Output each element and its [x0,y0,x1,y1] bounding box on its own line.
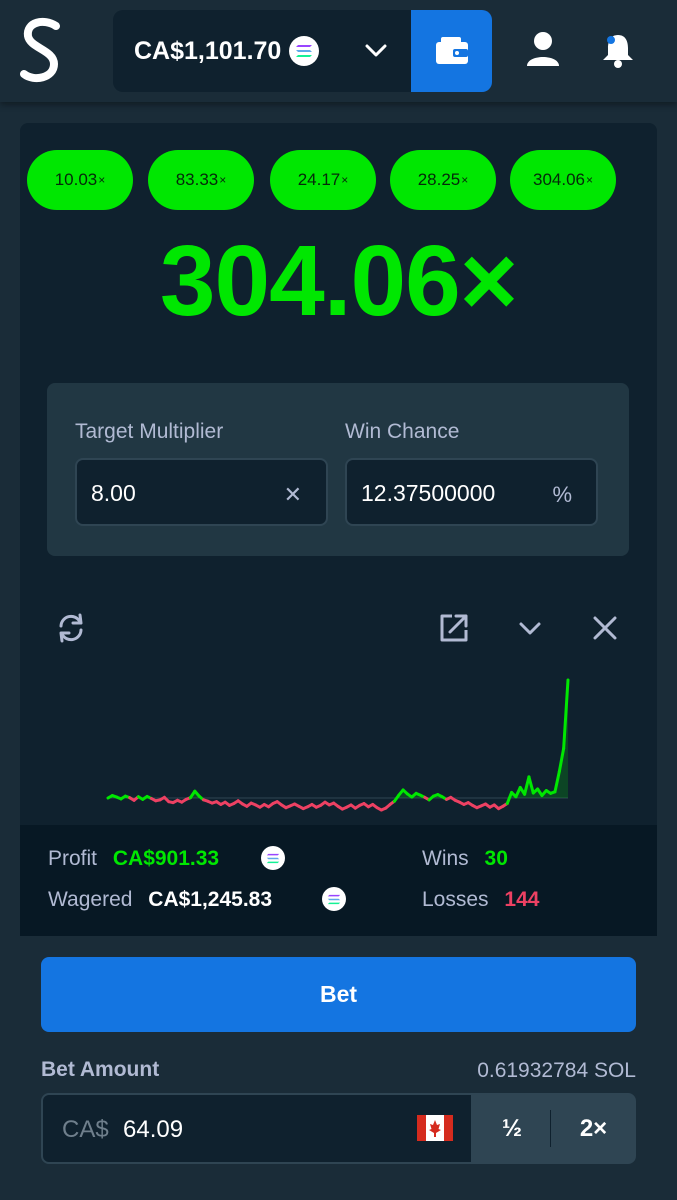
target-multiplier-label: Target Multiplier [75,420,224,443]
target-multiplier-input[interactable]: 8.00 ✕ [75,458,328,526]
bell-icon[interactable] [600,30,636,68]
wins-stat: Wins 30 [422,847,508,870]
stake-logo-icon[interactable] [14,16,70,88]
live-stats-chart [20,585,657,825]
solana-icon [322,887,346,911]
profit-stat: Profit CA$901.33 [48,847,220,870]
multiplier-x-icon: ✕ [283,482,302,507]
currency-prefix: CA$ [62,1116,109,1143]
wallet-button[interactable] [411,10,492,92]
bet-amount-label: Bet Amount [41,1058,160,1081]
wallet-icon [435,37,468,64]
wins-value: 30 [484,847,508,870]
wagered-stat: Wagered CA$1,245.83 [48,888,273,911]
bet-amount-sol: 0.61932784 SOL [477,1059,636,1082]
history-pill[interactable]: 83.33 × [148,150,254,210]
solana-icon [261,846,285,870]
solana-icon [289,36,320,66]
bet-amount-input[interactable]: CA$ 64.09 [41,1093,473,1164]
losses-value: 144 [504,888,540,911]
profit-chart [106,678,570,812]
user-icon[interactable] [525,30,561,68]
percent-icon: % [552,482,572,507]
wagered-value: CA$1,245.83 [148,888,273,911]
chevron-down-icon[interactable] [365,44,387,58]
bet-settings-panel: Target Multiplier Win Chance 8.00 ✕ 12.3… [47,383,629,556]
canada-flag-icon [417,1115,453,1141]
limbo-game-panel: 10.03 × 83.33 × 24.17 × 28.25 × 304.06 × 304.… [20,123,657,825]
profit-value: CA$901.33 [112,847,220,870]
profit-area [108,680,568,798]
double-bet-button[interactable]: 2× [551,1093,636,1164]
history-pill[interactable]: 304.06 × [510,150,616,210]
balance-selector[interactable]: CA$1,101.70 [113,10,411,92]
top-bar: CA$1,101.70 [0,0,677,102]
win-chance-input[interactable]: 12.37500000 % [345,458,598,526]
bet-button[interactable]: Bet [41,957,636,1032]
balance-amount: CA$1,101.70 [134,36,282,65]
history-pill[interactable]: 28.25 × [390,150,496,210]
history-pill[interactable]: 24.17 × [270,150,376,210]
win-chance-label: Win Chance [345,420,460,443]
losses-stat: Losses 144 [422,888,540,911]
result-multiplier: 304.06× [159,225,518,337]
bet-amount-value: 64.09 [123,1116,184,1143]
half-bet-button[interactable]: ½ [473,1093,551,1164]
chart-line-segment [505,790,514,806]
next-row-cutoff [41,1188,636,1200]
history-pill[interactable]: 10.03 × [27,150,133,210]
session-stats: Profit CA$901.33 Wagered CA$1,245.83 Win… [20,825,657,936]
